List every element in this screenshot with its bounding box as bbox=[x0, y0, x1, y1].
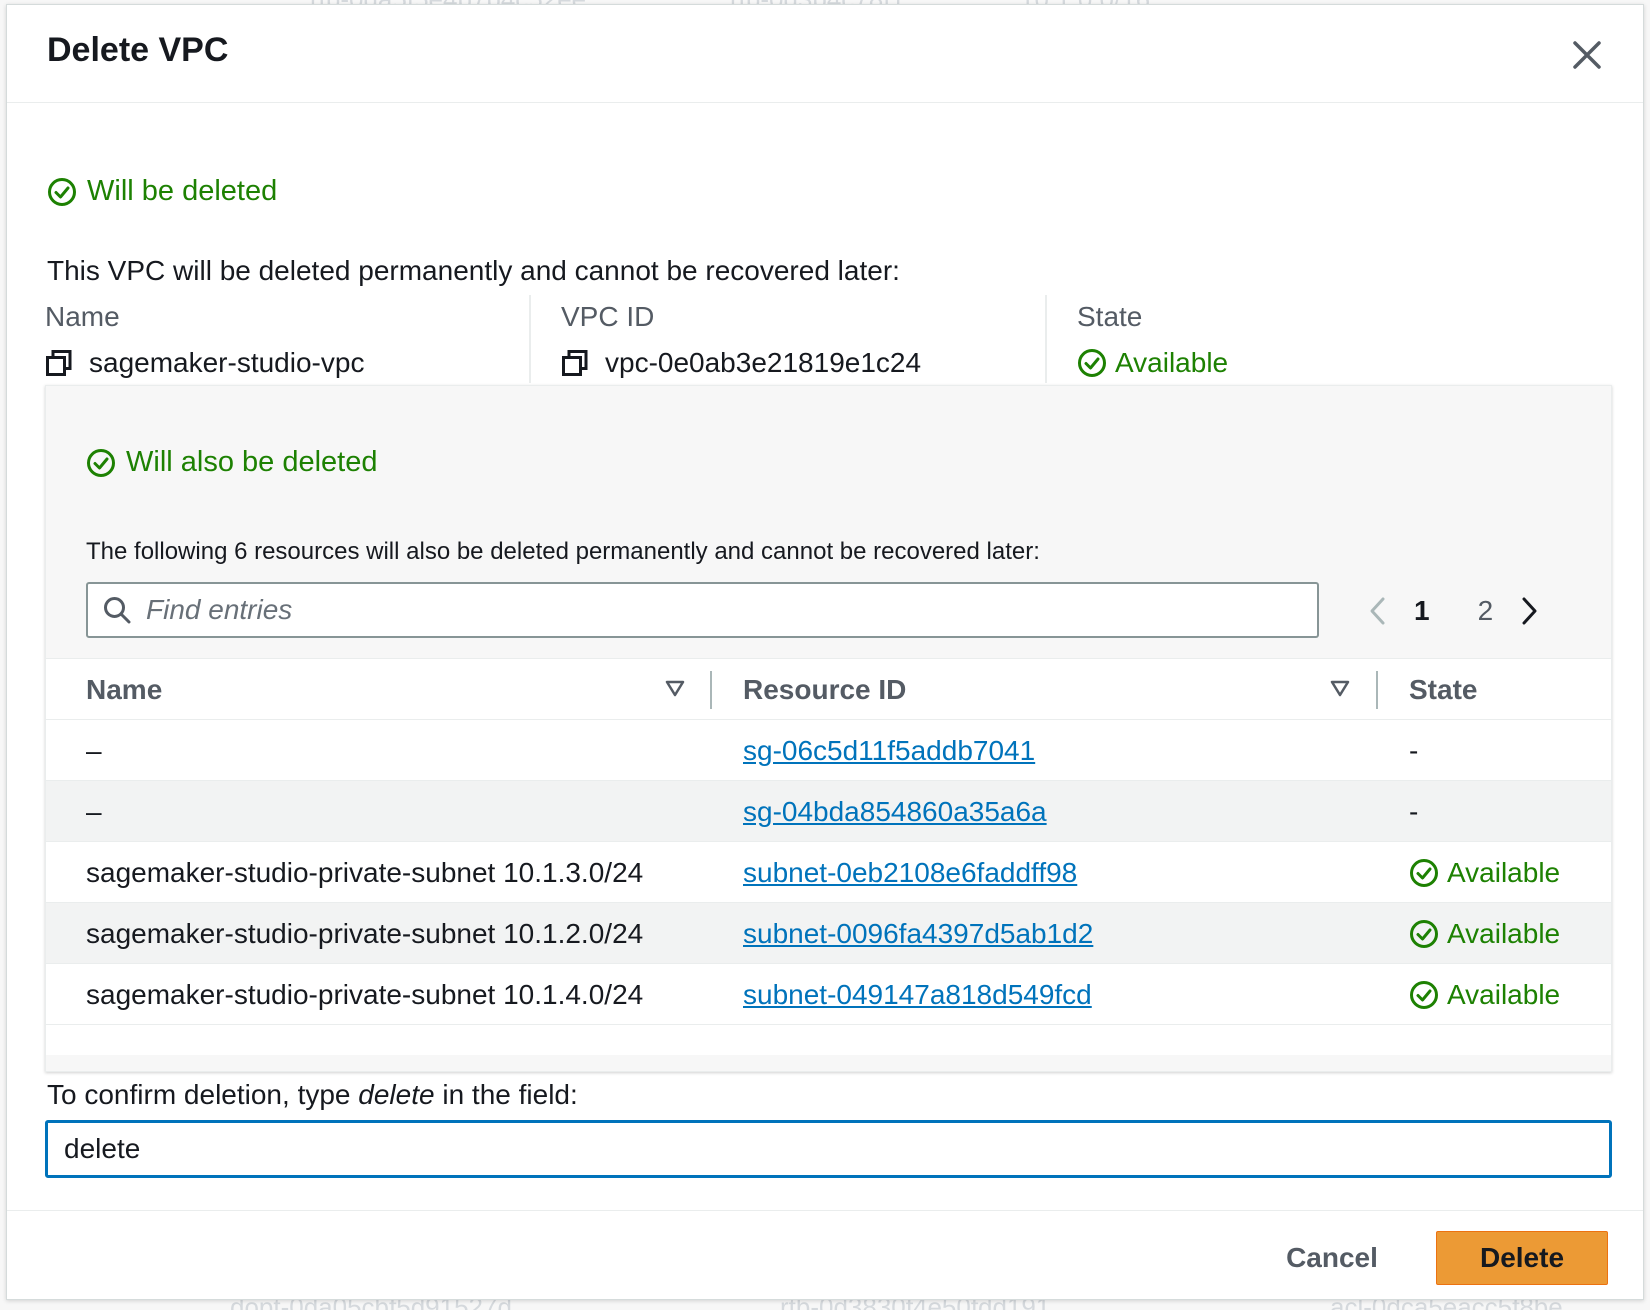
resource-name: sagemaker-studio-private-subnet 10.1.3.0… bbox=[86, 856, 644, 888]
cell-resource-id: subnet-0eb2108e6faddff98 bbox=[743, 842, 1077, 903]
field-value-row: sagemaker-studio-vpc bbox=[45, 347, 529, 379]
column-resize-handle[interactable] bbox=[710, 671, 712, 709]
status-available: Available bbox=[1409, 918, 1560, 950]
resource-id-link[interactable]: subnet-0eb2108e6faddff98 bbox=[743, 857, 1077, 889]
previous-page-button[interactable] bbox=[1366, 595, 1390, 627]
column-resize-handle[interactable] bbox=[1376, 671, 1378, 709]
resources-table: Name Resource ID State – sg-06c5d11f5addb… bbox=[46, 658, 1611, 1055]
related-delete-description: The following 6 resources will also be d… bbox=[86, 538, 1040, 565]
page-2-button[interactable]: 2 bbox=[1478, 595, 1494, 627]
cell-name: – bbox=[86, 720, 102, 781]
field-value-row: vpc-0e0ab3e21819e1c24 bbox=[561, 347, 1045, 379]
cancel-button[interactable]: Cancel bbox=[1277, 1231, 1387, 1285]
field-label: Name bbox=[45, 301, 120, 332]
state-text: - bbox=[1409, 734, 1419, 766]
column-header-state[interactable]: State bbox=[1409, 659, 1477, 721]
check-circle-icon bbox=[1410, 980, 1438, 1009]
related-resources-panel: Will also be deleted The following 6 res… bbox=[45, 385, 1612, 1072]
resource-id-link[interactable]: subnet-049147a818d549fcd bbox=[743, 979, 1092, 1011]
table-row: – sg-06c5d11f5addb7041 - bbox=[46, 720, 1611, 781]
cell-resource-id: subnet-049147a818d549fcd bbox=[743, 964, 1092, 1025]
will-be-deleted-status: Will be deleted bbox=[47, 175, 277, 208]
cell-resource-id: subnet-0096fa4397d5ab1d2 bbox=[743, 903, 1093, 964]
status-available: Available bbox=[1409, 979, 1560, 1011]
confirm-label: To confirm deletion, type delete in the … bbox=[47, 1079, 578, 1111]
resource-name: sagemaker-studio-private-subnet 10.1.2.0… bbox=[86, 917, 644, 949]
check-circle-icon bbox=[1410, 919, 1438, 948]
modal-title: Delete VPC bbox=[47, 31, 229, 69]
column-header-resource-id[interactable]: Resource ID bbox=[743, 659, 906, 721]
cell-name: – bbox=[86, 781, 102, 842]
table-row: sagemaker-studio-private-subnet 10.1.2.0… bbox=[46, 903, 1611, 964]
state-text: Available bbox=[1447, 856, 1561, 888]
status-label: Will also be deleted bbox=[126, 446, 378, 478]
modal-footer: Cancel Delete bbox=[7, 1210, 1643, 1300]
confirm-keyword: delete bbox=[358, 1079, 435, 1110]
resource-id-link[interactable]: sg-06c5d11f5addb7041 bbox=[743, 735, 1035, 767]
column-header-name[interactable]: Name bbox=[86, 659, 162, 721]
sort-down-icon[interactable] bbox=[664, 679, 686, 699]
state-text: - bbox=[1409, 795, 1419, 827]
search-icon bbox=[104, 597, 131, 624]
table-row: – sg-04bda854860a35a6a - bbox=[46, 781, 1611, 842]
resource-name: – bbox=[86, 795, 102, 827]
search-input[interactable] bbox=[146, 594, 1246, 626]
next-page-button[interactable] bbox=[1517, 595, 1541, 627]
status-available: Available bbox=[1409, 857, 1560, 889]
close-icon bbox=[1573, 41, 1601, 69]
cell-state: - bbox=[1409, 720, 1418, 781]
copy-icon[interactable] bbox=[45, 349, 73, 377]
table-spacer bbox=[46, 1025, 1611, 1055]
copy-icon[interactable] bbox=[561, 349, 589, 377]
vpc-name-value: sagemaker-studio-vpc bbox=[89, 347, 365, 378]
cell-state: Available bbox=[1409, 964, 1560, 1025]
field-label: State bbox=[1077, 301, 1143, 332]
vpc-state-field: State Available bbox=[1045, 295, 1605, 383]
will-also-be-deleted-status: Will also be deleted bbox=[86, 446, 377, 479]
check-circle-icon bbox=[87, 448, 115, 477]
pagination: 1 2 bbox=[1366, 586, 1541, 636]
page-1-button[interactable]: 1 bbox=[1414, 595, 1430, 627]
confirm-delete-input[interactable] bbox=[45, 1120, 1612, 1178]
table-header: Name Resource ID State bbox=[46, 658, 1611, 721]
table-body: – sg-06c5d11f5addb7041 - – sg-04bda854860a35… bbox=[46, 720, 1611, 1025]
resource-id-link[interactable]: subnet-0096fa4397d5ab1d2 bbox=[743, 918, 1093, 950]
field-label: VPC ID bbox=[561, 301, 655, 332]
close-button[interactable] bbox=[1567, 35, 1607, 75]
resource-name: sagemaker-studio-private-subnet 10.1.4.0… bbox=[86, 978, 644, 1010]
cell-state: Available bbox=[1409, 903, 1560, 964]
state-text: Available bbox=[1447, 917, 1561, 949]
state-value-row: Available bbox=[1077, 347, 1605, 379]
modal-header: Delete VPC bbox=[7, 5, 1643, 103]
vpc-id-value: vpc-0e0ab3e21819e1c24 bbox=[605, 347, 922, 378]
sort-down-icon[interactable] bbox=[1329, 679, 1351, 699]
cell-resource-id: sg-06c5d11f5addb7041 bbox=[743, 720, 1035, 781]
search-field[interactable] bbox=[86, 582, 1319, 638]
cell-resource-id: sg-04bda854860a35a6a bbox=[743, 781, 1047, 842]
vpc-name-field: Name sagemaker-studio-vpc bbox=[45, 295, 529, 383]
table-row: sagemaker-studio-private-subnet 10.1.4.0… bbox=[46, 964, 1611, 1025]
table-row: sagemaker-studio-private-subnet 10.1.3.0… bbox=[46, 842, 1611, 903]
cell-name: sagemaker-studio-private-subnet 10.1.3.0… bbox=[86, 842, 643, 903]
state-text: Available bbox=[1447, 978, 1561, 1010]
check-circle-icon bbox=[1410, 858, 1438, 887]
chevron-left-icon bbox=[1370, 597, 1385, 625]
resource-id-link[interactable]: sg-04bda854860a35a6a bbox=[743, 796, 1047, 828]
delete-vpc-modal: Delete VPC Will be deleted This VPC will… bbox=[6, 4, 1644, 1300]
chevron-right-icon bbox=[1522, 597, 1537, 625]
check-circle-icon bbox=[48, 177, 76, 206]
cell-name: sagemaker-studio-private-subnet 10.1.4.0… bbox=[86, 964, 643, 1025]
status-label: Will be deleted bbox=[87, 175, 278, 207]
vpc-delete-description: This VPC will be deleted permanently and… bbox=[47, 255, 900, 286]
confirm-label-suffix: in the field: bbox=[434, 1079, 578, 1110]
cell-state: - bbox=[1409, 781, 1418, 842]
vpc-state-value: Available bbox=[1115, 347, 1229, 378]
resource-name: – bbox=[86, 734, 102, 766]
delete-button[interactable]: Delete bbox=[1436, 1231, 1608, 1285]
cell-state: Available bbox=[1409, 842, 1560, 903]
cell-name: sagemaker-studio-private-subnet 10.1.2.0… bbox=[86, 903, 643, 964]
vpc-id-field: VPC ID vpc-0e0ab3e21819e1c24 bbox=[529, 295, 1045, 383]
check-circle-icon bbox=[1078, 349, 1106, 377]
confirm-label-prefix: To confirm deletion, type bbox=[47, 1079, 359, 1110]
